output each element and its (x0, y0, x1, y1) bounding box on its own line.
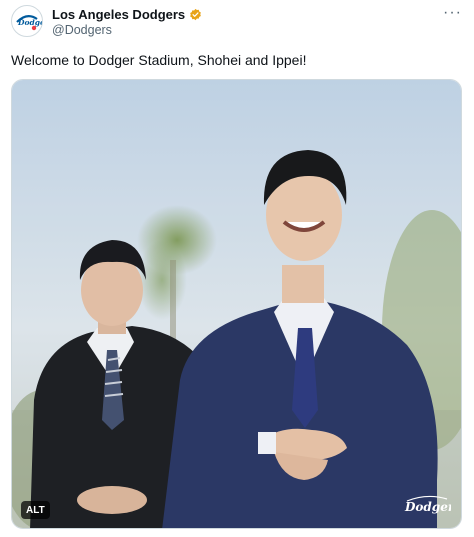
more-options-icon[interactable]: ··· (443, 4, 462, 22)
author-display-name[interactable]: Los Angeles Dodgers (52, 7, 185, 22)
author-handle[interactable]: @Dodgers (52, 23, 112, 37)
photo-image (12, 80, 461, 528)
author-name-row: Los Angeles Dodgers (52, 6, 202, 22)
verified-badge-icon (190, 8, 202, 20)
dodgers-watermark-logo: Dodgers (404, 495, 451, 514)
tweet-text: Welcome to Dodger Stadium, Shohei and Ip… (11, 52, 307, 68)
svg-text:Dodgers: Dodgers (17, 18, 42, 27)
dodgers-logo-icon: Dodgers (13, 7, 42, 35)
avatar[interactable]: Dodgers (11, 5, 43, 37)
alt-text-button[interactable]: ALT (21, 501, 50, 519)
svg-text:Dodgers: Dodgers (404, 500, 451, 514)
tweet-card: Dodgers Los Angeles Dodgers @Dodgers ···… (0, 0, 474, 537)
tweet-photo[interactable]: ALT Dodgers (11, 79, 462, 529)
